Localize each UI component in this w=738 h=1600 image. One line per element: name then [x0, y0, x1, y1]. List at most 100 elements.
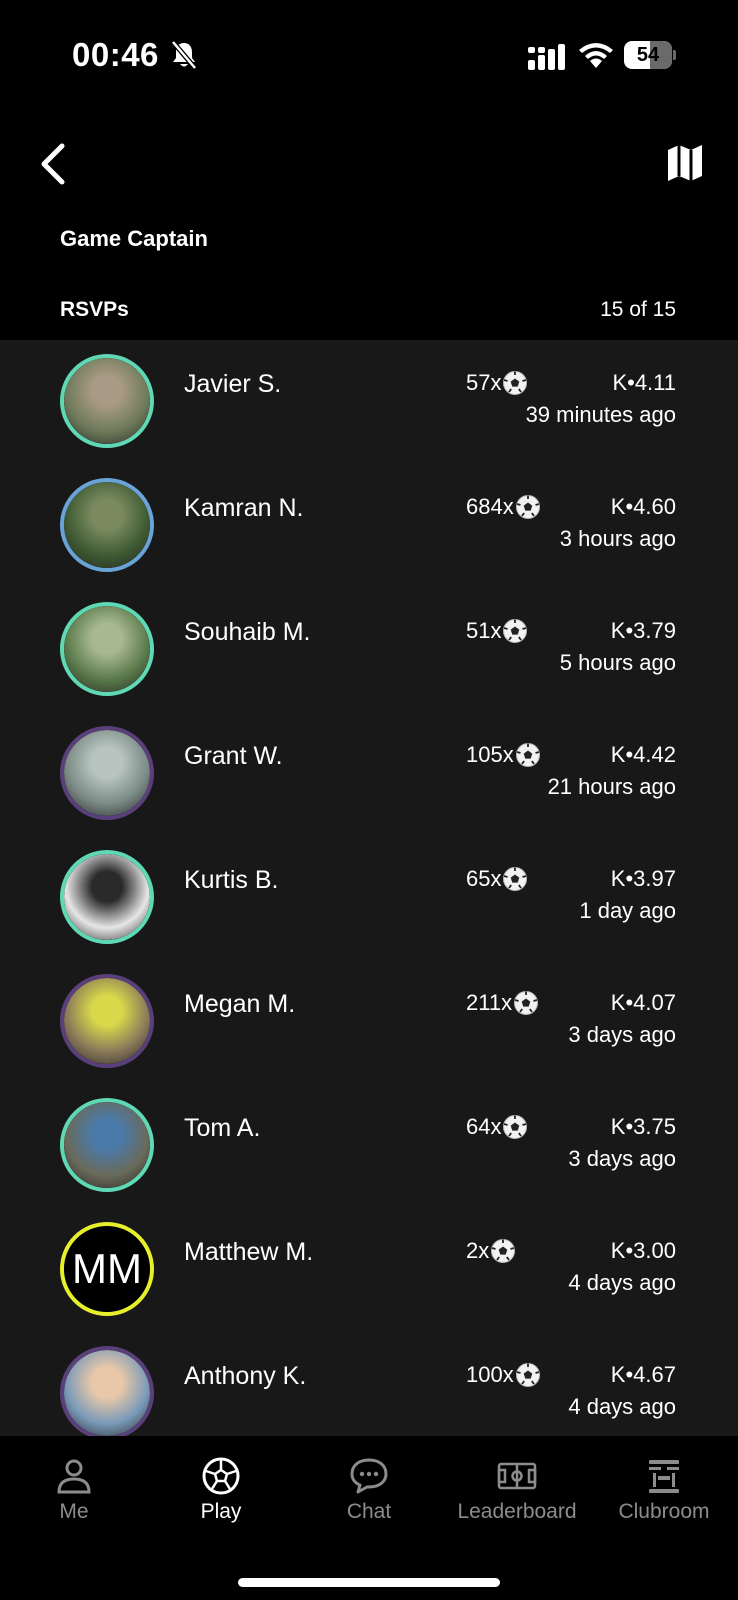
games-played: 64x	[466, 1114, 528, 1140]
avatar[interactable]	[60, 850, 154, 944]
chat-bubble-icon	[350, 1458, 388, 1494]
avatar[interactable]	[60, 974, 154, 1068]
tab-play[interactable]: Play	[147, 1456, 295, 1546]
rsvp-row[interactable]: Javier S. 57x K•4.11 39 minutes ago	[0, 340, 738, 464]
player-rating: K•4.42	[610, 742, 676, 767]
player-rating: K•4.07	[610, 990, 676, 1015]
rsvp-screen: 00:46 54 Game Captain RSVPs 15 of 15 Jav…	[0, 0, 738, 1600]
cellular-signal-icon	[528, 44, 565, 70]
clubroom-icon	[649, 1460, 679, 1493]
player-rating: K•4.11	[612, 370, 676, 395]
games-count: 57x	[466, 370, 502, 395]
soccer-ball-icon	[515, 742, 541, 768]
avatar[interactable]	[60, 1098, 154, 1192]
tab-chat-label: Chat	[346, 1500, 392, 1523]
soccer-ball-icon	[513, 990, 539, 1016]
rsvp-time: 1 day ago	[579, 898, 676, 923]
back-button[interactable]	[34, 140, 74, 188]
tab-clubroom[interactable]: Clubroom	[590, 1456, 738, 1546]
rsvp-row[interactable]: Souhaib M. 51x K•3.79 5 hours ago	[0, 588, 738, 712]
person-icon	[57, 1459, 91, 1494]
avatar-photo	[64, 1102, 150, 1188]
rsvp-time: 4 days ago	[568, 1394, 676, 1419]
games-count: 105x	[466, 742, 514, 767]
tab-chat[interactable]: Chat	[295, 1456, 443, 1546]
player-rating: K•4.67	[610, 1362, 676, 1387]
player-rating: K•4.60	[610, 494, 676, 519]
rsvp-row[interactable]: Tom A. 64x K•3.75 3 days ago	[0, 1084, 738, 1208]
player-name: Megan M.	[184, 990, 296, 1018]
map-icon[interactable]	[664, 142, 706, 184]
avatar-initials: MM	[64, 1226, 150, 1312]
games-played: 65x	[466, 866, 528, 892]
avatar[interactable]: MM	[60, 1222, 154, 1316]
bell-muted-icon	[171, 40, 197, 70]
soccer-ball-icon	[502, 1114, 528, 1140]
status-bar: 00:46 54	[0, 0, 738, 110]
games-count: 2x	[466, 1238, 490, 1263]
battery-level: 54	[636, 44, 660, 66]
rsvp-time: 3 hours ago	[559, 526, 676, 551]
avatar[interactable]	[60, 354, 154, 448]
rsvp-row[interactable]: Anthony K. 100x K•4.67 4 days ago	[0, 1332, 738, 1436]
rsvp-time: 39 minutes ago	[525, 402, 676, 427]
rsvp-time: 4 days ago	[568, 1270, 676, 1295]
avatar-photo	[64, 854, 150, 940]
avatar[interactable]	[60, 478, 154, 572]
tab-bar: Me Play Chat Leaderboard Clubroom	[0, 1436, 738, 1600]
soccer-ball-icon	[502, 618, 528, 644]
rsvp-time: 3 days ago	[568, 1146, 676, 1171]
rsvp-row[interactable]: Kurtis B. 65x K•3.97 1 day ago	[0, 836, 738, 960]
pitch-icon	[497, 1462, 537, 1490]
games-count: 100x	[466, 1362, 514, 1387]
tab-play-label: Play	[200, 1500, 242, 1523]
games-count: 64x	[466, 1114, 502, 1139]
player-name: Javier S.	[184, 370, 282, 398]
games-played: 57x	[466, 370, 528, 396]
player-name: Matthew M.	[184, 1238, 314, 1266]
tab-leaderboard[interactable]: Leaderboard	[443, 1456, 591, 1546]
player-name: Grant W.	[184, 742, 283, 770]
games-played: 211x	[466, 990, 539, 1016]
rsvp-time: 21 hours ago	[547, 774, 676, 799]
soccer-ball-icon	[502, 370, 528, 396]
games-played: 684x	[466, 494, 541, 520]
player-name: Anthony K.	[184, 1362, 307, 1390]
tab-me[interactable]: Me	[0, 1456, 148, 1546]
player-rating: K•3.79	[610, 618, 676, 643]
rsvps-title: RSVPs	[60, 298, 129, 321]
rsvps-count: 15 of 15	[600, 298, 676, 321]
rsvp-row[interactable]: Grant W. 105x K•4.42 21 hours ago	[0, 712, 738, 836]
player-name: Kurtis B.	[184, 866, 279, 894]
game-captain-heading: Game Captain	[60, 226, 208, 251]
battery-indicator: 54	[624, 41, 676, 69]
avatar-photo	[64, 606, 150, 692]
avatar-photo	[64, 482, 150, 568]
soccer-ball-icon	[515, 1362, 541, 1388]
games-played: 100x	[466, 1362, 541, 1388]
avatar[interactable]	[60, 602, 154, 696]
status-time: 00:46	[72, 36, 159, 73]
wifi-icon	[579, 43, 613, 68]
games-played: 51x	[466, 618, 528, 644]
player-name: Kamran N.	[184, 494, 304, 522]
avatar[interactable]	[60, 726, 154, 820]
rsvp-list[interactable]: Javier S. 57x K•4.11 39 minutes ago Kamran N…	[0, 340, 738, 1436]
player-name: Tom A.	[184, 1114, 261, 1142]
player-rating: K•3.97	[610, 866, 676, 891]
rsvp-row[interactable]: Megan M. 211x K•4.07 3 days ago	[0, 960, 738, 1084]
home-indicator[interactable]	[238, 1578, 500, 1587]
tab-clubroom-label: Clubroom	[618, 1500, 710, 1523]
soccer-ball-icon	[490, 1238, 516, 1264]
games-count: 211x	[466, 990, 513, 1015]
games-played: 105x	[466, 742, 541, 768]
player-rating: K•3.75	[610, 1114, 676, 1139]
rsvp-row[interactable]: Kamran N. 684x K•4.60 3 hours ago	[0, 464, 738, 588]
avatar-photo	[64, 358, 150, 444]
games-played: 2x	[466, 1238, 516, 1264]
avatar[interactable]	[60, 1346, 154, 1436]
avatar-photo	[64, 1350, 150, 1436]
avatar-photo	[64, 978, 150, 1064]
player-rating: K•3.00	[610, 1238, 676, 1263]
rsvp-row[interactable]: MM Matthew M. 2x K•3.00 4 days ago	[0, 1208, 738, 1332]
